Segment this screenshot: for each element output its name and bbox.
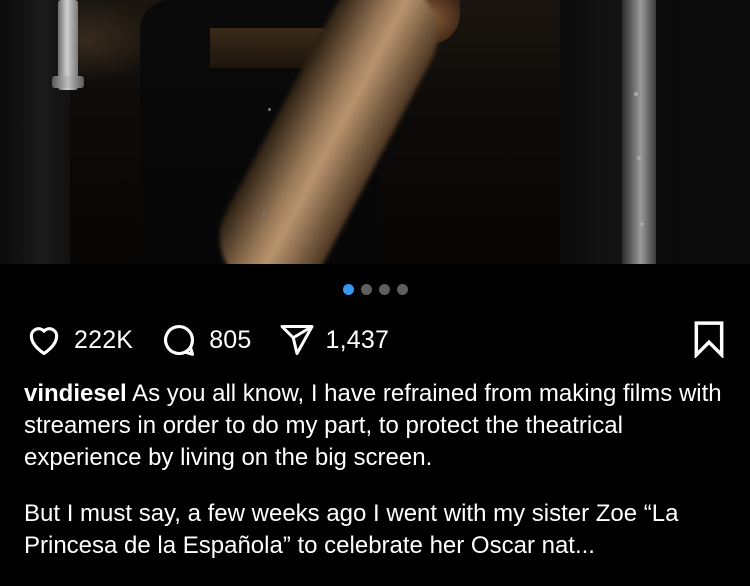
carousel-indicator <box>0 284 750 295</box>
heart-icon <box>29 327 59 356</box>
carousel-dot <box>378 284 390 295</box>
post-photo[interactable] <box>0 0 750 264</box>
caption-username[interactable]: vindiesel <box>24 380 127 407</box>
rivet <box>634 92 638 96</box>
caption-text: As you all know, I have refrained from m… <box>24 380 722 471</box>
right-wall <box>675 0 750 264</box>
like-button[interactable]: 222K <box>24 321 133 359</box>
rivet <box>268 108 271 111</box>
caption-paragraph: vindiesel As you all know, I have refrai… <box>24 378 730 474</box>
carousel-dot-active <box>342 284 354 295</box>
like-count: 222K <box>74 325 134 354</box>
bookmark-icon <box>694 321 724 360</box>
share-count: 1,437 <box>325 325 390 354</box>
comment-button[interactable]: 805 <box>159 321 251 359</box>
post-caption: vindiesel As you all know, I have refrai… <box>24 378 730 586</box>
send-icon <box>280 325 313 355</box>
rivet <box>640 222 644 226</box>
post-actions-bar: 222K 805 1,437 <box>24 318 726 362</box>
comment-count: 805 <box>209 325 252 354</box>
metal-rail <box>622 0 656 264</box>
save-button[interactable] <box>692 320 726 363</box>
wall-panel <box>560 0 675 264</box>
handrail-pole-base <box>52 76 84 88</box>
rivet <box>262 212 265 215</box>
rivet <box>637 156 641 160</box>
comment-icon <box>164 325 195 356</box>
carousel-dot <box>396 284 408 295</box>
caption-paragraph-2: But I must say, a few weeks ago I went w… <box>24 500 679 559</box>
share-button[interactable]: 1,437 <box>278 322 390 358</box>
carousel-dot <box>360 284 372 295</box>
